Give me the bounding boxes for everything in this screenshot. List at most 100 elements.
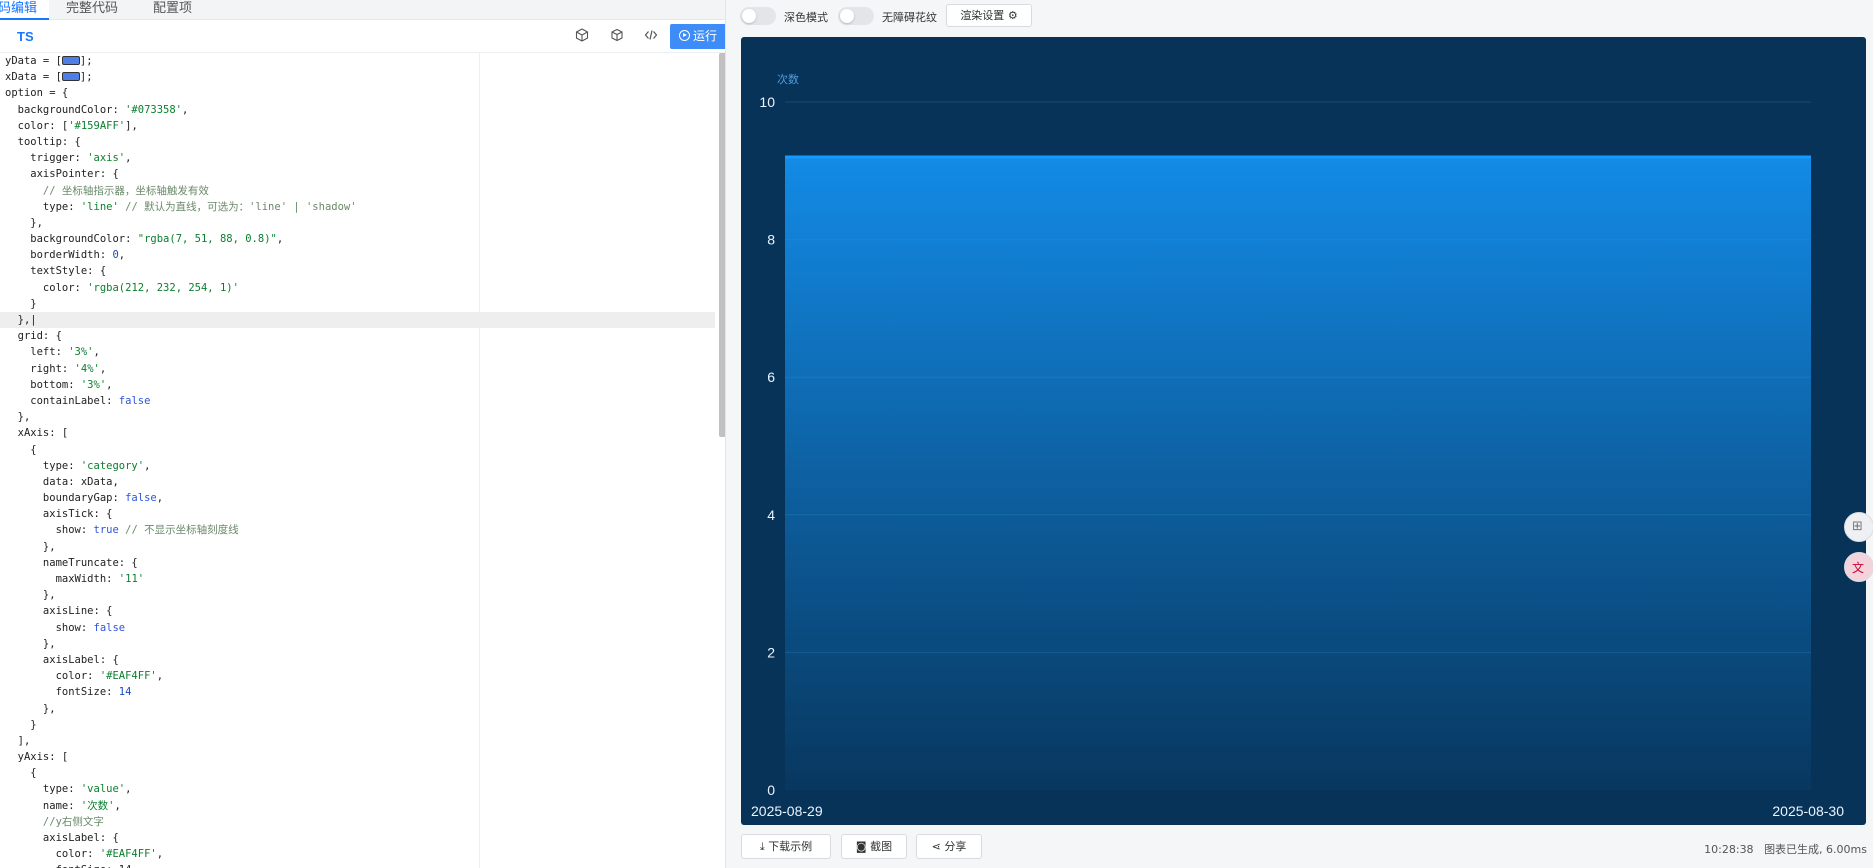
code-token: },| — [5, 314, 37, 326]
code-token: left: — [5, 346, 69, 359]
code-token: backgroundColor: — [5, 103, 126, 116]
chart-container[interactable]: 0 2 4 6 8 10 次数 2025-08-29 2025-08-30 — [741, 37, 1866, 825]
code-token: { — [5, 443, 37, 456]
code-editor-pane: 码编辑 完整代码 配置项 TS 运行 yData = []; xData = []… — [0, 0, 726, 868]
code-line: backgroundColor: '#073358', — [5, 102, 715, 118]
code-token: ]; — [79, 55, 93, 67]
code-token: // 默认为直线，可选为：'line' | 'shadow' — [118, 200, 357, 213]
code-line: }, — [5, 636, 715, 652]
code-line: trigger: 'axis', — [5, 150, 715, 166]
chart-svg: 0 2 4 6 8 10次数 2025-08-29 2025-08-30 — [751, 72, 1844, 819]
tab-full-code[interactable]: 完整代码 — [54, 0, 130, 20]
share-icon: ⋖ — [931, 840, 941, 853]
code-line: grid: { — [5, 328, 715, 344]
screenshot-button[interactable]: ◙ 截图 — [841, 834, 907, 859]
code-token: '11' — [118, 573, 145, 585]
status-time: 10:28:38 — [1704, 843, 1754, 856]
code-line: show: false — [5, 620, 715, 636]
code-line: axisLabel: { — [5, 830, 715, 846]
code-token: axisLabel: { — [5, 653, 119, 666]
code-token: tooltip: { — [5, 135, 81, 148]
qr-grid-icon[interactable]: ⊞ — [1844, 512, 1873, 542]
code-token: nameTruncate: { — [5, 556, 138, 569]
y-tick-label: 2 — [767, 644, 775, 660]
share-button[interactable]: ⋖ 分享 — [916, 834, 982, 859]
language-label[interactable]: TS — [17, 29, 34, 44]
code-token: show: — [5, 524, 94, 537]
gear-icon: ⚙ — [1007, 9, 1018, 22]
translate-icon[interactable]: 文 — [1844, 552, 1873, 582]
code-line: axisLine: { — [5, 603, 715, 619]
download-example-button[interactable]: ⤓ 下载示例 — [741, 834, 831, 859]
code-token: type: — [5, 459, 81, 472]
tab-config[interactable]: 配置项 — [141, 0, 204, 20]
code-token: '次数' — [80, 799, 115, 812]
run-button[interactable]: 运行 — [670, 24, 725, 49]
code-token: }, — [5, 702, 56, 715]
code-line: left: '3%', — [5, 344, 715, 360]
a11y-pattern-toggle[interactable] — [838, 7, 874, 25]
code-token: , — [106, 378, 113, 391]
code-token: , — [125, 152, 132, 165]
codesandbox-icon[interactable] — [573, 28, 591, 46]
tab-code-edit[interactable]: 码编辑 — [0, 0, 50, 20]
editor-tabs: 码编辑 完整代码 配置项 — [0, 0, 725, 20]
code-token: }, — [5, 589, 56, 602]
code-line: backgroundColor: "rgba(7, 51, 88, 0.8)", — [5, 231, 715, 247]
code-line: color: 'rgba(212, 232, 254, 1)' — [5, 280, 715, 296]
code-line: maxWidth: '11' — [5, 571, 715, 587]
code-line: show: true // 不显示坐标轴刻度线 — [5, 522, 715, 538]
status-message: 图表已生成, 6.00ms — [1764, 843, 1867, 856]
y-tick-label: 10 — [759, 94, 775, 110]
dark-mode-toggle[interactable] — [740, 7, 776, 25]
download-label: 下载示例 — [768, 840, 813, 853]
x-tick-label: 2025-08-29 — [751, 803, 823, 819]
code-line: axisTick: { — [5, 506, 715, 522]
code-token: 'value' — [80, 783, 126, 796]
code-token: }, — [5, 411, 31, 424]
preview-bottom-bar: ⤓ 下载示例 ◙ 截图 ⋖ 分享 10:28:38 图表已生成, 6.00ms — [726, 830, 1873, 868]
a11y-pattern-label: 无障碍花纹 — [882, 11, 937, 24]
code-line: bottom: '3%', — [5, 377, 715, 393]
code-line: right: '4%', — [5, 361, 715, 377]
code-line: color: '#EAF4FF', — [5, 846, 715, 862]
render-settings-label: 渲染设置 — [960, 9, 1005, 22]
editor-toolbar: TS 运行 — [0, 20, 725, 53]
code-token: color: [ — [5, 119, 69, 132]
code-token: "rgba(7, 51, 88, 0.8)" — [137, 233, 277, 246]
render-settings-button[interactable]: 渲染设置 ⚙ — [946, 4, 1032, 27]
code-token: }, — [5, 216, 43, 229]
share-label: 分享 — [944, 840, 967, 853]
code-area[interactable]: yData = []; xData = []; option = { backgro… — [0, 53, 720, 868]
code-token: color: — [5, 848, 100, 861]
code-token: right: — [5, 362, 75, 375]
code-token: 'rgba(212, 232, 254, 1)' — [87, 281, 239, 294]
floating-tools: ⊞ 文 — [1844, 512, 1873, 592]
code-token: }, — [5, 637, 56, 650]
code-token: , — [156, 670, 164, 683]
y-tick-label: 4 — [767, 507, 775, 523]
code-token: maxWidth: — [5, 573, 119, 585]
code-token: // 坐标轴指示器，坐标轴触发有效 — [5, 184, 209, 197]
editor-scrollbar[interactable] — [719, 53, 725, 437]
code-line: fontSize: 14 — [5, 684, 715, 700]
code-line: boundaryGap: false, — [5, 490, 715, 506]
code-token: yAxis: [ — [5, 751, 69, 764]
code-line: xAxis: [ — [5, 425, 715, 441]
code-token: '3%' — [80, 378, 107, 391]
code-token: borderWidth: — [5, 249, 113, 262]
code-line: }, — [5, 215, 715, 231]
code-token: , — [144, 459, 151, 472]
code-token: trigger: — [5, 152, 88, 165]
code-token: true — [93, 524, 119, 537]
play-circle-icon — [678, 30, 690, 41]
code-line: color: ['#159AFF'], — [5, 118, 715, 134]
cube-icon[interactable] — [608, 28, 626, 46]
code-token: name: — [5, 799, 81, 812]
code-line: option = { — [5, 85, 715, 101]
code-token: '#EAF4FF' — [99, 670, 157, 683]
code-icon[interactable] — [642, 28, 660, 46]
code-token: color: — [5, 281, 88, 294]
code-token: '#159AFF' — [68, 119, 126, 132]
code-token: axisLine: { — [5, 605, 113, 618]
